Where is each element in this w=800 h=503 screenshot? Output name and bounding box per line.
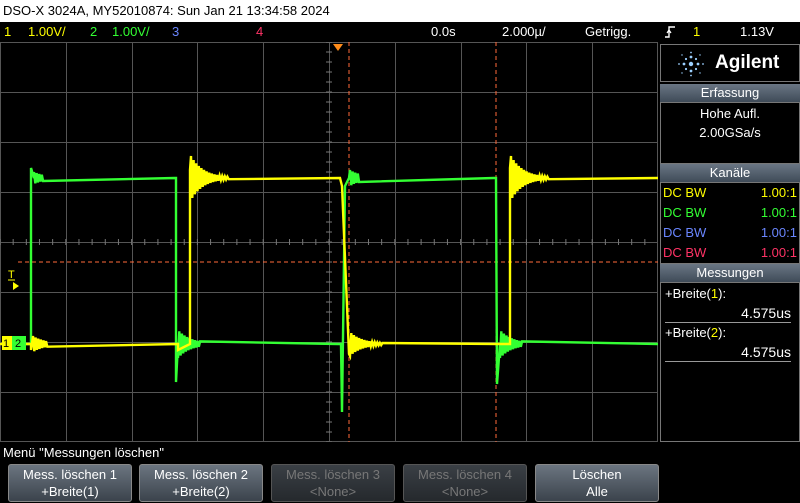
channels-header: Kanäle: [660, 164, 800, 182]
channel-row-3[interactable]: DC BW 1.00:1: [663, 223, 797, 243]
channel-coupling: DC BW: [663, 205, 707, 220]
softkey-clear-all[interactable]: Löschen Alle: [535, 464, 659, 502]
softkey-value: +Breite(2): [172, 484, 230, 499]
ch2-scale[interactable]: 1.00V/: [112, 22, 150, 42]
agilent-spark-icon: [677, 51, 705, 82]
softkey-label: Mess. löschen 2: [154, 467, 248, 482]
trigger-mode: Getrigg.: [585, 24, 632, 39]
brand-header: Agilent: [660, 44, 800, 82]
brand-name: Agilent: [715, 52, 780, 73]
measurement-label-2: +Breite(2):: [665, 325, 727, 340]
ch2-number[interactable]: 2: [90, 22, 97, 42]
ch2-waveform: [18, 167, 658, 413]
ch4-number[interactable]: 4: [256, 22, 263, 42]
waveform-display[interactable]: T 1 2: [0, 42, 658, 442]
trigger-source[interactable]: 1: [693, 22, 700, 42]
softkey-bar: Mess. löschen 1 +Breite(1) Mess. löschen…: [0, 462, 800, 503]
measurement-value-1: 4.575us: [665, 305, 791, 323]
measurement-label-1: +Breite(1):: [665, 286, 727, 301]
trigger-position-icon[interactable]: [333, 44, 343, 51]
menu-title: Menü "Messungen löschen": [3, 445, 164, 460]
ch1-number[interactable]: 1: [4, 22, 11, 42]
side-panel: Agilent Erfassung Hohe Aufl. 2.00GSa/s K…: [660, 44, 800, 442]
time-scale[interactable]: 2.000µ/: [502, 22, 546, 42]
window-title: DSO-X 3024A, MY52010874: Sun Jan 21 13:3…: [0, 0, 800, 22]
measurements-header: Messungen: [660, 264, 800, 282]
trigger-level[interactable]: 1.13V: [740, 22, 774, 42]
acquisition-header: Erfassung: [660, 84, 800, 102]
softkey-clear-meas-3[interactable]: Mess. löschen 3 <None>: [271, 464, 395, 502]
softkey-clear-meas-1[interactable]: Mess. löschen 1 +Breite(1): [8, 464, 132, 502]
time-delay[interactable]: 0.0s: [431, 22, 456, 42]
trigger-edge-icon: [664, 25, 676, 45]
graticule: [0, 42, 658, 442]
measurement-value-2: 4.575us: [665, 344, 791, 362]
status-bar: 1 1.00V/ 2 1.00V/ 3 4 0.0s 2.000µ/ Getri…: [0, 22, 800, 42]
softkey-value: <None>: [441, 484, 489, 499]
sample-rate: 2.00GSa/s: [699, 125, 761, 140]
channel-probe: 1.00:1: [760, 205, 797, 220]
ch3-number[interactable]: 3: [172, 22, 179, 42]
acquisition-mode: Hohe Aufl.: [700, 106, 760, 121]
measurements-box[interactable]: +Breite(1): 4.575us +Breite(2): 4.575us: [660, 282, 800, 442]
softkey-value: <None>: [309, 484, 357, 499]
channels-box[interactable]: DC BW 1.00:1 DC BW 1.00:1 DC BW 1.00:1 D…: [660, 182, 800, 264]
trigger-level-marker[interactable]: T: [8, 269, 19, 290]
channel-probe: 1.00:1: [760, 185, 797, 200]
ch1-ground-marker-text: 1: [3, 338, 9, 350]
ch2-ground-marker-text: 2: [15, 338, 21, 350]
channel-coupling: DC BW: [663, 245, 707, 260]
softkey-clear-meas-2[interactable]: Mess. löschen 2 +Breite(2): [139, 464, 263, 502]
trigger-level-marker-text: T: [8, 269, 15, 281]
acquisition-box[interactable]: Hohe Aufl. 2.00GSa/s: [660, 102, 800, 164]
softkey-label: Mess. löschen 1: [23, 467, 117, 482]
softkey-label: Mess. löschen 3: [286, 467, 380, 482]
channel-coupling: DC BW: [663, 225, 707, 240]
channel-coupling: DC BW: [663, 185, 707, 200]
softkey-label: Löschen: [572, 467, 622, 482]
channel-row-4[interactable]: DC BW 1.00:1: [663, 243, 797, 263]
channel-probe: 1.00:1: [760, 225, 797, 240]
channel-probe: 1.00:1: [760, 245, 797, 260]
softkey-clear-meas-4[interactable]: Mess. löschen 4 <None>: [403, 464, 527, 502]
softkey-label: Mess. löschen 4: [418, 467, 512, 482]
channel-row-1[interactable]: DC BW 1.00:1: [663, 183, 797, 203]
ch1-ground-marker[interactable]: 1: [2, 336, 12, 350]
ch2-ground-marker[interactable]: 2: [12, 336, 26, 350]
channel-row-2[interactable]: DC BW 1.00:1: [663, 203, 797, 223]
ch1-scale[interactable]: 1.00V/: [28, 22, 66, 42]
softkey-value: +Breite(1): [41, 484, 99, 499]
softkey-value: Alle: [586, 484, 608, 499]
